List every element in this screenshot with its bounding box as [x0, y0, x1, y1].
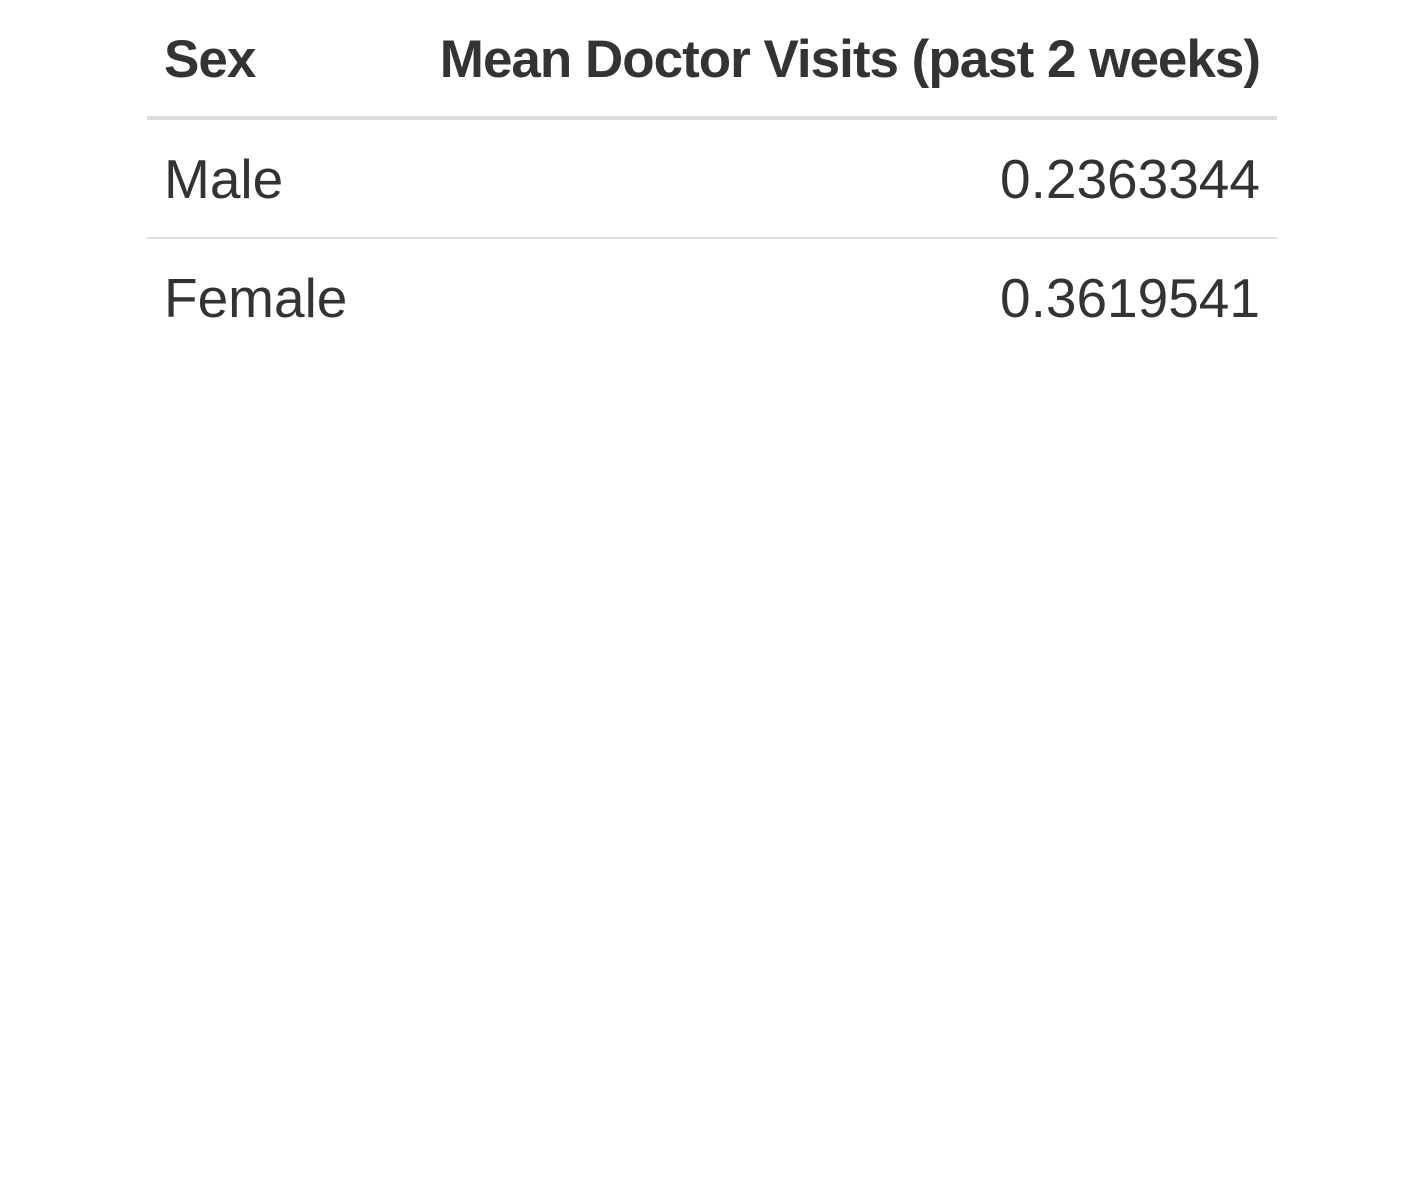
summary-table: Sex Mean Doctor Visits (past 2 weeks) Ma… — [147, 0, 1277, 357]
header-row: Sex Mean Doctor Visits (past 2 weeks) — [147, 0, 1277, 120]
column-header-mean-visits: Mean Doctor Visits (past 2 weeks) — [347, 0, 1277, 120]
table-header: Sex Mean Doctor Visits (past 2 weeks) — [147, 0, 1277, 120]
table-row: Female 0.3619541 — [147, 238, 1277, 357]
table-row: Male 0.2363344 — [147, 118, 1277, 239]
cell-sex: Male — [147, 118, 347, 239]
cell-mean-visits: 0.3619541 — [1000, 267, 1260, 329]
column-header-sex: Sex — [147, 0, 347, 120]
table-body: Male 0.2363344 Female 0.3619541 — [147, 118, 1277, 357]
cell-sex: Female — [164, 267, 347, 329]
cell-mean-visits: 0.2363344 — [347, 118, 1277, 239]
